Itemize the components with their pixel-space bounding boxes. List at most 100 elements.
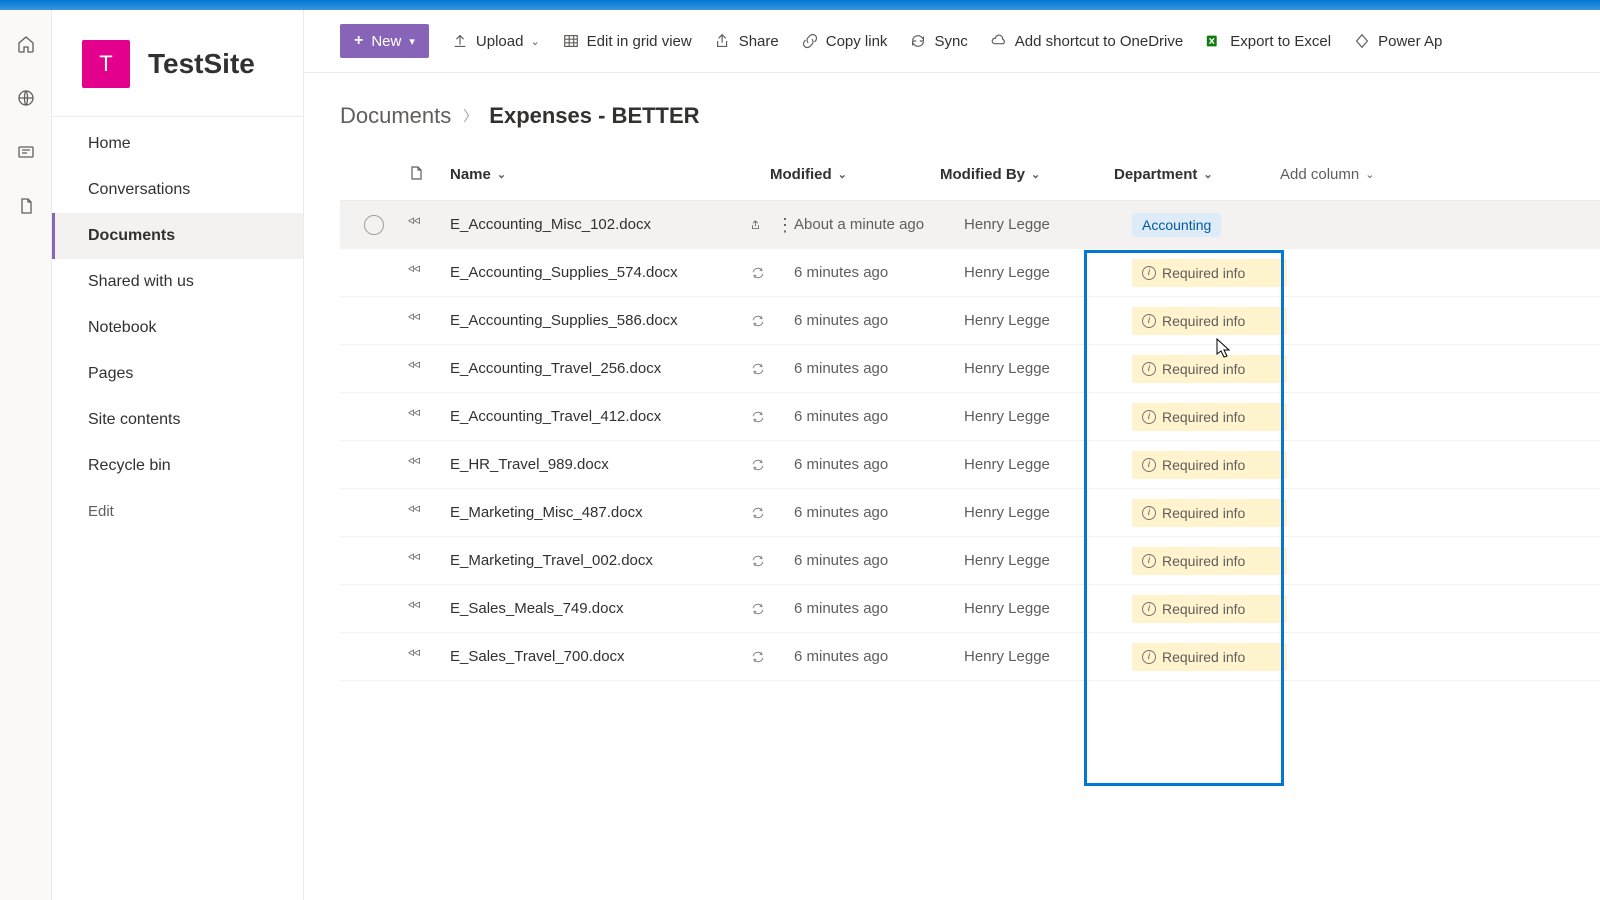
nav-notebook[interactable]: Notebook (52, 305, 303, 351)
required-info-badge[interactable]: iRequired info (1132, 499, 1287, 527)
table-row[interactable]: ᐊᐊE_Sales_Travel_700.docx6 minutes agoHe… (340, 633, 1600, 681)
col-type-icon (408, 165, 450, 185)
file-name[interactable]: E_Sales_Travel_700.docx (450, 648, 750, 665)
table-row[interactable]: ᐊᐊE_Accounting_Travel_256.docx6 minutes … (340, 345, 1600, 393)
site-nav: Home Conversations Documents Shared with… (52, 116, 303, 534)
share-icon[interactable] (750, 217, 762, 233)
department-cell[interactable]: iRequired info (1114, 547, 1304, 575)
nav-edit[interactable]: Edit (52, 489, 303, 534)
copy-link-label: Copy link (826, 33, 888, 50)
file-name[interactable]: E_Accounting_Travel_412.docx (450, 408, 750, 425)
edit-grid-label: Edit in grid view (587, 33, 692, 50)
table-row[interactable]: ᐊᐊE_Sales_Meals_749.docx6 minutes agoHen… (340, 585, 1600, 633)
nav-shared[interactable]: Shared with us (52, 259, 303, 305)
department-cell[interactable]: iRequired info (1114, 355, 1304, 383)
required-info-badge[interactable]: iRequired info (1132, 547, 1287, 575)
power-apps-button[interactable]: Power Ap (1353, 32, 1442, 50)
table-row[interactable]: ᐊᐊE_HR_Travel_989.docx6 minutes agoHenry… (340, 441, 1600, 489)
row-actions (750, 457, 794, 473)
modified-cell: 6 minutes ago (794, 264, 964, 281)
files-icon[interactable] (16, 196, 36, 216)
sync-status-icon (750, 601, 766, 617)
modified-cell: 6 minutes ago (794, 312, 964, 329)
modified-cell: 6 minutes ago (794, 360, 964, 377)
sync-button[interactable]: Sync (909, 32, 967, 50)
col-header-modified[interactable]: Modified⌄ (770, 166, 940, 183)
department-cell[interactable]: iRequired info (1114, 451, 1304, 479)
department-cell[interactable]: iRequired info (1114, 499, 1304, 527)
file-name[interactable]: E_HR_Travel_989.docx (450, 456, 750, 473)
col-header-modified-by[interactable]: Modified By⌄ (940, 166, 1090, 183)
file-name[interactable]: E_Sales_Meals_749.docx (450, 600, 750, 617)
modified-cell: 6 minutes ago (794, 600, 964, 617)
export-excel-button[interactable]: Export to Excel (1205, 32, 1331, 50)
news-icon[interactable] (16, 142, 36, 162)
row-actions (750, 361, 794, 377)
word-doc-icon: ᐊᐊ (408, 504, 450, 522)
table-header: Name⌄ Modified⌄ Modified By⌄ Department⌄… (340, 149, 1600, 201)
nav-site-contents[interactable]: Site contents (52, 397, 303, 443)
breadcrumb-root[interactable]: Documents (340, 103, 451, 129)
copy-link-button[interactable]: Copy link (801, 32, 888, 50)
table-row[interactable]: ᐊᐊE_Accounting_Supplies_574.docx6 minute… (340, 249, 1600, 297)
table-row[interactable]: ᐊᐊE_Accounting_Supplies_586.docx6 minute… (340, 297, 1600, 345)
file-name[interactable]: E_Marketing_Travel_002.docx (450, 552, 750, 569)
col-header-name[interactable]: Name⌄ (450, 166, 770, 183)
file-name[interactable]: E_Accounting_Travel_256.docx (450, 360, 750, 377)
department-cell[interactable]: iRequired info (1114, 307, 1304, 335)
add-column-button[interactable]: Add column⌄ (1280, 166, 1430, 183)
app-rail (0, 10, 52, 900)
file-name[interactable]: E_Accounting_Supplies_574.docx (450, 264, 750, 281)
add-shortcut-button[interactable]: Add shortcut to OneDrive (990, 32, 1183, 50)
upload-button[interactable]: Upload ⌄ (451, 32, 540, 50)
globe-icon[interactable] (16, 88, 36, 108)
required-info-badge[interactable]: iRequired info (1132, 307, 1287, 335)
home-icon[interactable] (16, 34, 36, 54)
modified-by-cell: Henry Legge (964, 648, 1114, 665)
file-name[interactable]: E_Accounting_Misc_102.docx (450, 216, 750, 233)
command-bar: + New ▾ Upload ⌄ Edit in grid view Share… (304, 10, 1600, 73)
required-info-badge[interactable]: iRequired info (1132, 595, 1287, 623)
required-info-badge[interactable]: iRequired info (1132, 451, 1287, 479)
upload-label: Upload (476, 33, 524, 50)
nav-pages[interactable]: Pages (52, 351, 303, 397)
department-cell[interactable]: iRequired info (1114, 595, 1304, 623)
new-button[interactable]: + New ▾ (340, 24, 429, 58)
department-cell[interactable]: iRequired info (1114, 643, 1304, 671)
department-cell[interactable]: iRequired info (1114, 259, 1304, 287)
department-cell[interactable]: Accounting (1114, 213, 1304, 237)
share-button[interactable]: Share (714, 32, 779, 50)
nav-documents[interactable]: Documents (52, 213, 303, 259)
col-header-department[interactable]: Department⌄ (1090, 166, 1280, 183)
chevron-down-icon: ⌄ (497, 168, 506, 181)
nav-conversations[interactable]: Conversations (52, 167, 303, 213)
chevron-down-icon: ⌄ (1365, 168, 1374, 181)
required-info-badge[interactable]: iRequired info (1132, 403, 1287, 431)
required-info-badge[interactable]: iRequired info (1132, 259, 1287, 287)
modified-by-cell: Henry Legge (964, 216, 1114, 233)
modified-by-cell: Henry Legge (964, 456, 1114, 473)
sync-status-icon (750, 409, 766, 425)
edit-grid-button[interactable]: Edit in grid view (562, 32, 692, 50)
table-row[interactable]: ᐊᐊE_Marketing_Travel_002.docx6 minutes a… (340, 537, 1600, 585)
row-actions (750, 553, 794, 569)
table-row[interactable]: ᐊᐊE_Accounting_Travel_412.docx6 minutes … (340, 393, 1600, 441)
grid-icon (562, 32, 580, 50)
table-row[interactable]: ᐊᐊE_Accounting_Misc_102.docx⋮About a min… (340, 201, 1600, 249)
required-info-badge[interactable]: iRequired info (1132, 643, 1287, 671)
modified-cell: 6 minutes ago (794, 456, 964, 473)
nav-recycle-bin[interactable]: Recycle bin (52, 443, 303, 489)
row-select[interactable] (340, 215, 408, 235)
row-actions (750, 265, 794, 281)
file-name[interactable]: E_Marketing_Misc_487.docx (450, 504, 750, 521)
department-cell[interactable]: iRequired info (1114, 403, 1304, 431)
new-button-label: New (371, 33, 401, 50)
sync-status-icon (750, 457, 766, 473)
more-icon[interactable]: ⋮ (776, 216, 794, 234)
table-row[interactable]: ᐊᐊE_Marketing_Misc_487.docx6 minutes ago… (340, 489, 1600, 537)
excel-icon (1205, 32, 1223, 50)
file-name[interactable]: E_Accounting_Supplies_586.docx (450, 312, 750, 329)
required-info-badge[interactable]: iRequired info (1132, 355, 1287, 383)
word-doc-icon: ᐊᐊ (408, 552, 450, 570)
nav-home[interactable]: Home (52, 121, 303, 167)
